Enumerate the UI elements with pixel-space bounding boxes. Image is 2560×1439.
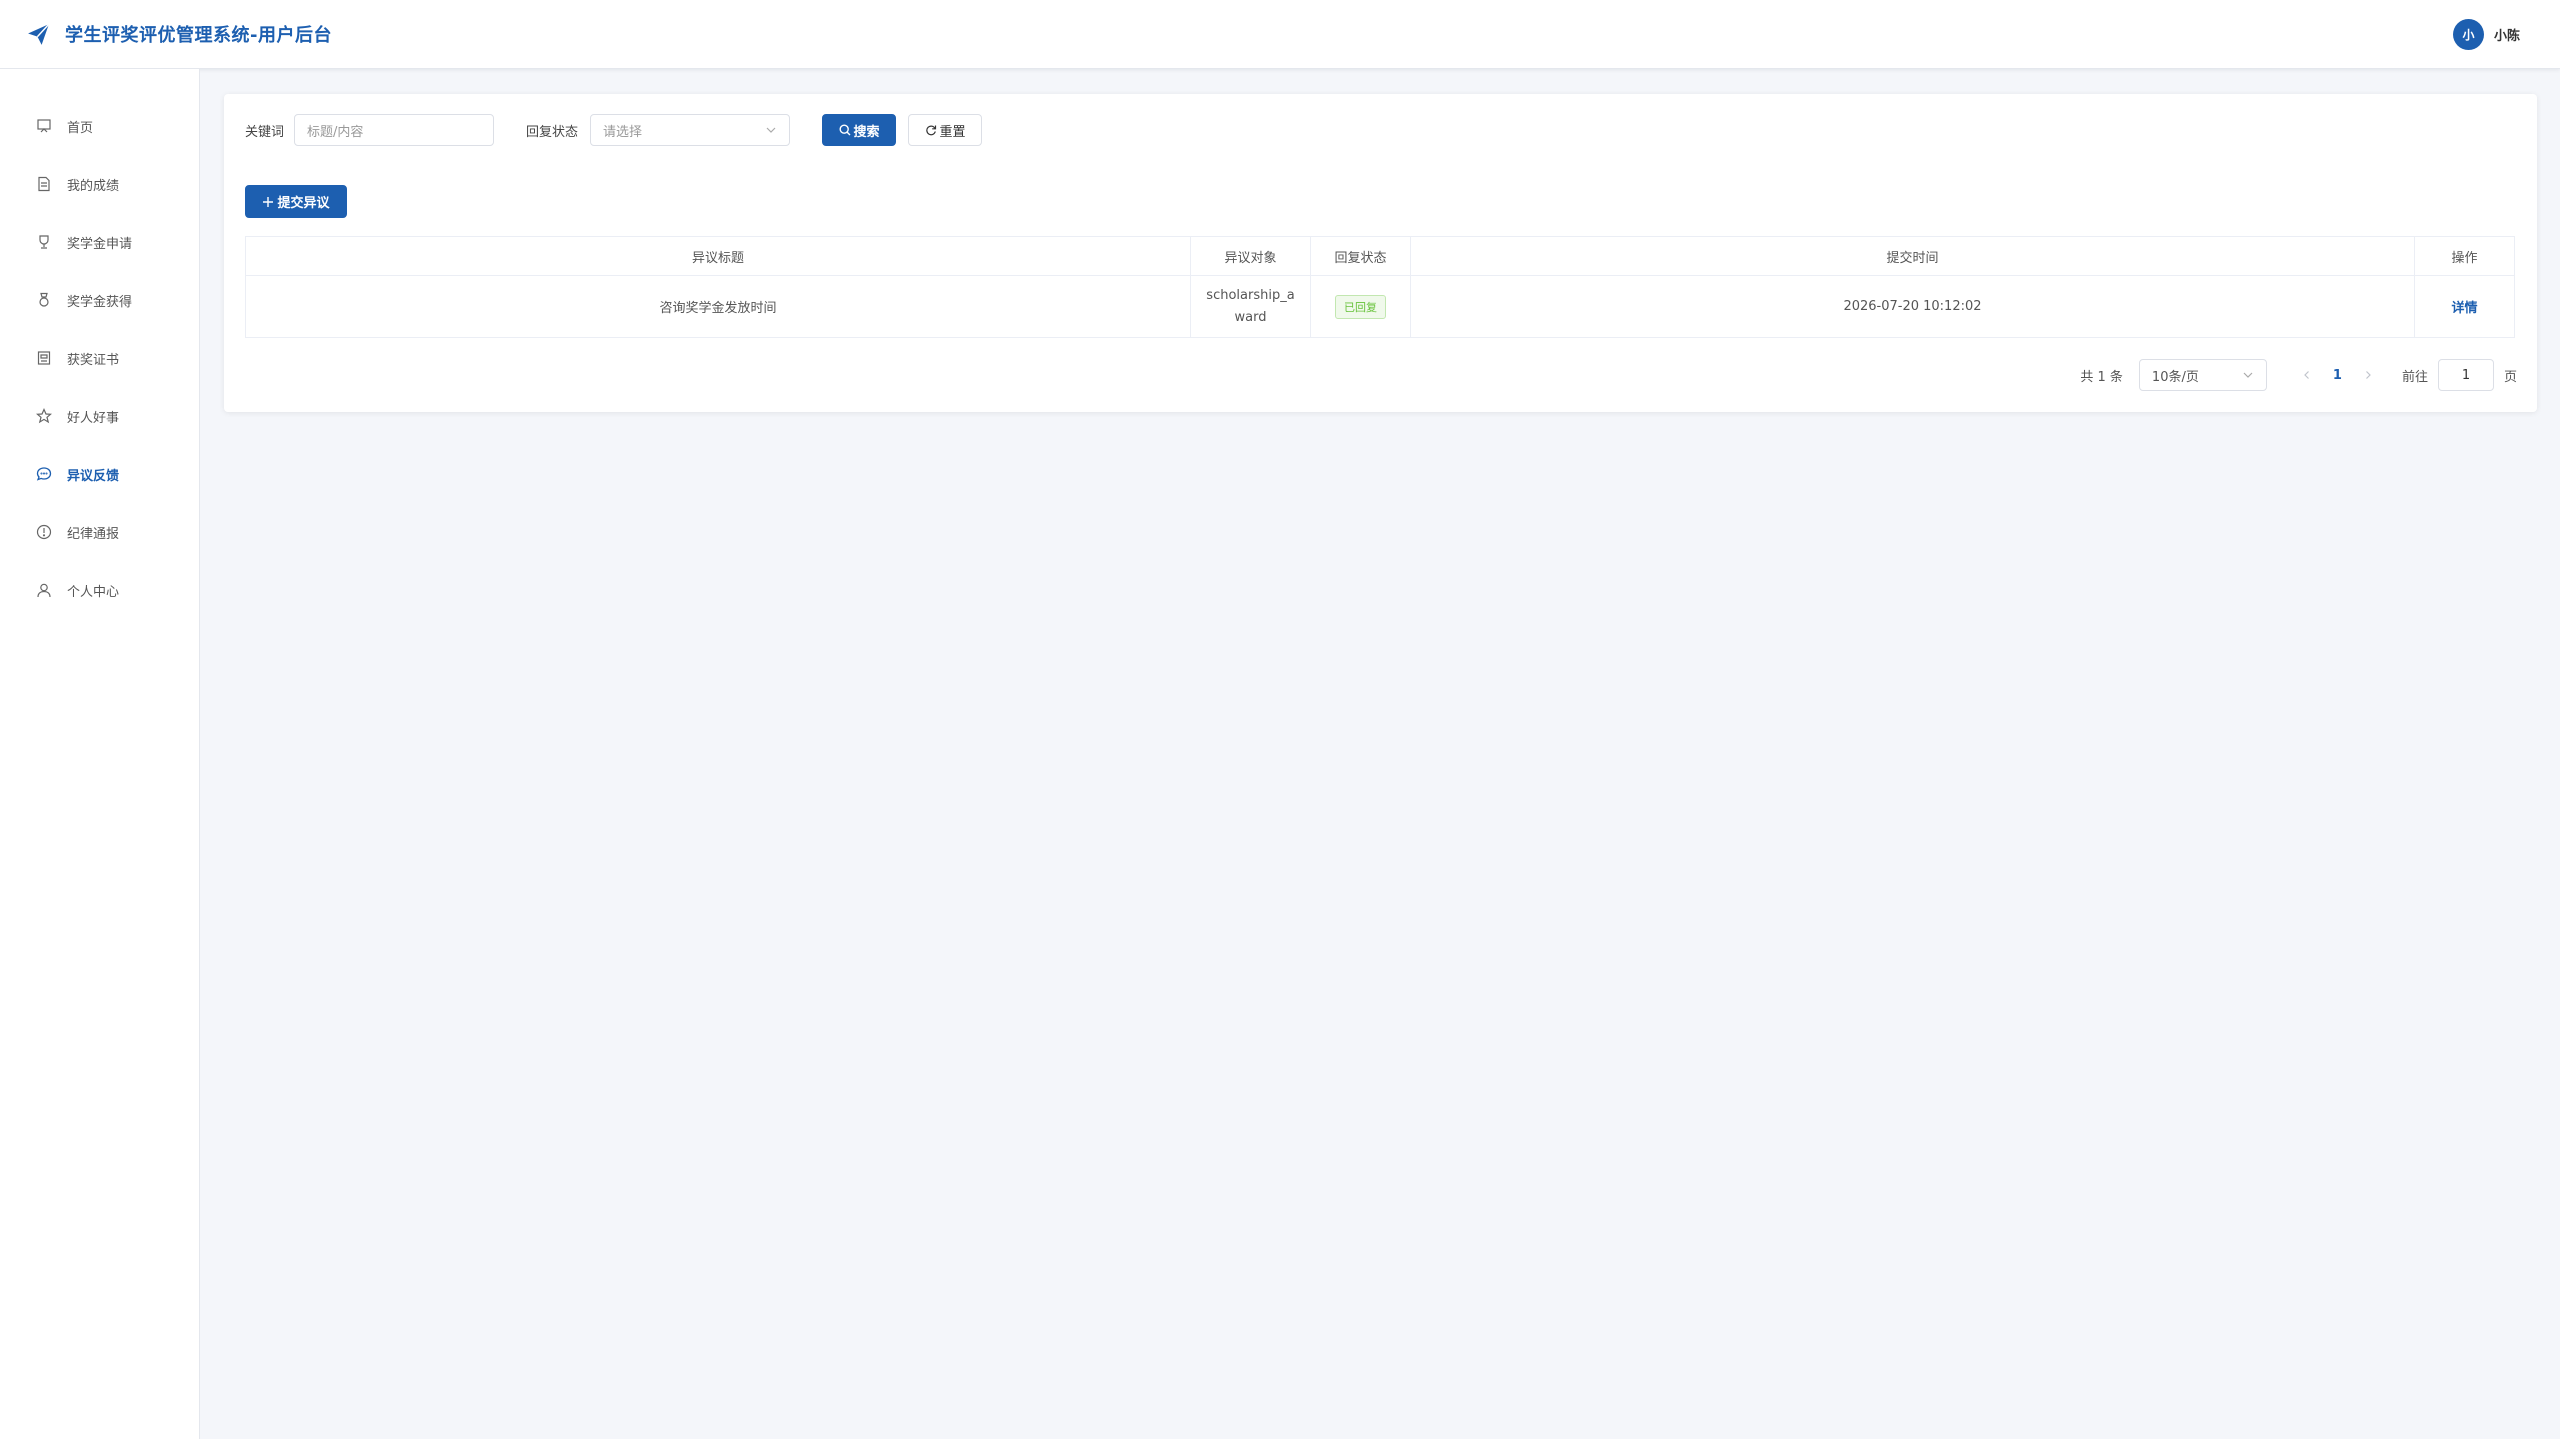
sidebar-item-grades[interactable]: 我的成绩 — [0, 155, 199, 213]
page-number[interactable]: 1 — [2333, 368, 2342, 383]
add-feedback-label: 提交异议 — [277, 196, 330, 211]
sidebar-item-feedback[interactable]: 异议反馈 — [0, 445, 199, 503]
status-placeholder: 请选择 — [603, 124, 643, 140]
feedback-card: 关键词 标题/内容 回复状态 请选择 搜索 重置 提交异议 异议标题 异议对象 … — [224, 94, 2537, 412]
detail-link[interactable]: 详情 — [2451, 301, 2477, 316]
top-header: 学生评奖评优管理系统-用户后台 小 小陈 — [0, 0, 2560, 69]
column-header: 异议对象 — [1190, 236, 1311, 276]
sidebar-item-certificates[interactable]: 获奖证书 — [0, 329, 199, 387]
avatar[interactable]: 小 — [2452, 19, 2484, 50]
sidebar-item-discipline[interactable]: 纪律通报 — [0, 503, 199, 561]
cell-target: scholarship_award — [1190, 275, 1311, 338]
cell-title: 咨询奖学金发放时间 — [245, 275, 1191, 338]
sidebar-item-profile[interactable]: 个人中心 — [0, 561, 199, 619]
plus-icon — [262, 196, 274, 208]
column-header: 操作 — [2414, 236, 2515, 276]
app-title: 学生评奖评优管理系统-用户后台 — [65, 25, 332, 46]
user-icon — [35, 582, 52, 599]
cell-status: 已回复 — [1310, 275, 1411, 338]
status-badge: 已回复 — [1335, 294, 1386, 319]
sidebar-item-label: 奖学金获得 — [67, 294, 133, 310]
medal-icon — [35, 292, 52, 309]
table-header-row: 异议标题 异议对象 回复状态 提交时间 操作 — [245, 236, 2515, 276]
add-feedback-button[interactable]: 提交异议 — [245, 185, 347, 218]
feedback-table: 异议标题 异议对象 回复状态 提交时间 操作 咨询奖学金发放时间 scholar… — [245, 236, 2515, 338]
sidebar-item-label: 好人好事 — [67, 410, 120, 426]
sidebar-item-label: 我的成绩 — [67, 178, 120, 194]
username[interactable]: 小陈 — [2494, 25, 2520, 44]
trophy-icon — [35, 234, 52, 251]
sidebar: 首页 我的成绩 奖学金申请 奖学金获得 获奖证书 好人好事 异议反馈 纪律通报 … — [0, 69, 200, 1439]
brand: 学生评奖评优管理系统-用户后台 — [26, 21, 332, 47]
pagination: 共 1 条 10条/页 1 前往 1 页 — [2080, 359, 2517, 391]
search-button-label: 搜索 — [853, 124, 880, 140]
goto-page-value: 1 — [2461, 367, 2471, 383]
star-icon — [35, 408, 52, 425]
refresh-icon — [925, 124, 937, 136]
home-icon — [35, 118, 52, 135]
cell-action: 详情 — [2414, 275, 2515, 338]
page-nav: 1 — [2295, 363, 2380, 387]
keyword-label: 关键词 — [245, 124, 285, 140]
next-page-icon[interactable] — [2356, 363, 2380, 387]
document-icon — [35, 176, 52, 193]
column-header: 异议标题 — [245, 236, 1191, 276]
paper-plane-icon — [26, 22, 51, 47]
search-form: 关键词 标题/内容 回复状态 请选择 搜索 重置 — [245, 114, 983, 146]
sidebar-item-label: 奖学金申请 — [67, 236, 133, 252]
cell-submit-time: 2026-07-20 10:12:02 — [1410, 275, 2415, 338]
sidebar-item-good-deeds[interactable]: 好人好事 — [0, 387, 199, 445]
sidebar-item-label: 异议反馈 — [67, 468, 120, 484]
goto-label: 前往 — [2401, 369, 2428, 385]
sidebar-item-home[interactable]: 首页 — [0, 97, 199, 155]
chevron-down-icon — [765, 124, 777, 136]
search-button[interactable]: 搜索 — [822, 114, 897, 146]
page-size-value: 10条/页 — [2151, 369, 2199, 385]
sidebar-item-scholarship-apply[interactable]: 奖学金申请 — [0, 213, 199, 271]
status-label: 回复状态 — [526, 124, 579, 140]
sidebar-menu: 首页 我的成绩 奖学金申请 奖学金获得 获奖证书 好人好事 异议反馈 纪律通报 … — [0, 69, 199, 619]
certificate-icon — [35, 350, 52, 367]
reset-button[interactable]: 重置 — [908, 114, 983, 146]
table-row: 咨询奖学金发放时间 scholarship_award 已回复 2026-07-… — [245, 275, 2515, 338]
user-menu[interactable]: 小 小陈 — [2452, 19, 2520, 50]
column-header: 提交时间 — [1410, 236, 2415, 276]
sidebar-item-label: 个人中心 — [67, 584, 120, 600]
status-select[interactable]: 请选择 — [590, 114, 791, 146]
keyword-input[interactable]: 标题/内容 — [294, 114, 495, 146]
reset-button-label: 重置 — [939, 124, 966, 140]
goto-page-input[interactable]: 1 — [2437, 359, 2494, 391]
chat-icon — [35, 466, 52, 483]
search-icon — [839, 124, 851, 136]
sidebar-item-label: 获奖证书 — [67, 352, 120, 368]
prev-page-icon[interactable] — [2295, 363, 2319, 387]
page-size-select[interactable]: 10条/页 — [2138, 359, 2267, 391]
sidebar-item-label: 首页 — [67, 120, 94, 136]
warning-icon — [35, 524, 52, 541]
page-unit-label: 页 — [2503, 369, 2517, 385]
keyword-placeholder: 标题/内容 — [307, 124, 364, 140]
column-header: 回复状态 — [1310, 236, 1411, 276]
chevron-down-icon — [2242, 369, 2254, 385]
sidebar-item-label: 纪律通报 — [67, 526, 120, 542]
sidebar-item-scholarship-awarded[interactable]: 奖学金获得 — [0, 271, 199, 329]
total-count: 共 1 条 — [2080, 369, 2123, 385]
